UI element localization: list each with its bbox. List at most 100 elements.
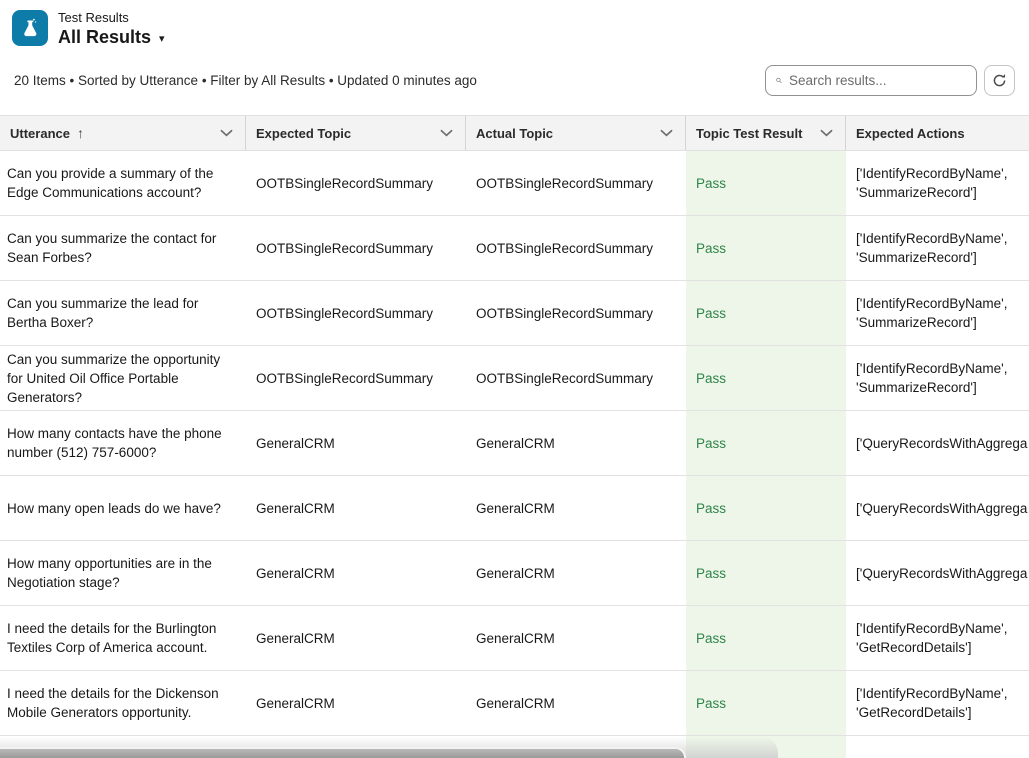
cell-text: OOTBSingleRecordSummary: [476, 304, 653, 323]
expected-actions-cell: ['IdentifyRecordByName', 'SummarizeRecor…: [846, 151, 1029, 215]
list-view-selector[interactable]: All Results ▾: [58, 26, 165, 48]
list-toolbar: 20 Items • Sorted by Utterance • Filter …: [0, 64, 1029, 96]
table-row[interactable]: Can you provide a summary of the Edge Co…: [0, 151, 1029, 216]
column-header-utterance[interactable]: Utterance ↑: [0, 116, 246, 150]
expected-topic-cell: GeneralCRM: [246, 671, 466, 735]
topic-test-result-cell: Pass: [686, 216, 846, 280]
pass-label: Pass: [696, 564, 726, 583]
object-label: Test Results: [58, 10, 165, 26]
title-block: Test Results All Results ▾: [58, 10, 165, 48]
column-header-expected-topic[interactable]: Expected Topic: [246, 116, 466, 150]
pass-label: Pass: [696, 304, 726, 323]
cell-text: ['IdentifyRecordByName', 'GetRecordDetai…: [856, 619, 1029, 657]
expected-actions-cell: ['QueryRecordsWithAggrega: [846, 541, 1029, 605]
utterance-cell: How many contacts have the phone number …: [0, 411, 246, 475]
cell-text: How many contacts have the phone number …: [7, 424, 234, 462]
test-results-page: Test Results All Results ▾ 20 Items • So…: [0, 0, 1029, 758]
cell-text: OOTBSingleRecordSummary: [256, 239, 433, 258]
expected-topic-cell: OOTBSingleRecordSummary: [246, 151, 466, 215]
cell-text: GeneralCRM: [476, 694, 555, 713]
cell-text: GeneralCRM: [476, 564, 555, 583]
pass-label: Pass: [696, 434, 726, 453]
column-label: Actual Topic: [476, 126, 553, 141]
topic-test-result-cell: Pass: [686, 281, 846, 345]
topic-test-result-cell: Pass: [686, 606, 846, 670]
column-label: Expected Topic: [256, 126, 351, 141]
horizontal-scrollbar-thumb[interactable]: [0, 747, 686, 758]
table-row[interactable]: How many contacts have the phone number …: [0, 411, 1029, 476]
table-row[interactable]: Can you summarize the lead for Bertha Bo…: [0, 281, 1029, 346]
chevron-down-icon[interactable]: [820, 129, 833, 137]
topic-test-result-cell: Pass: [686, 476, 846, 540]
actual-topic-cell: OOTBSingleRecordSummary: [466, 281, 686, 345]
cell-text: ['IdentifyRecordByName', 'GetRecordDetai…: [856, 684, 1029, 722]
utterance-cell: I need the details for the Burlington Te…: [0, 606, 246, 670]
actual-topic-cell: GeneralCRM: [466, 541, 686, 605]
expected-topic-cell: GeneralCRM: [246, 541, 466, 605]
toolbar-controls: [765, 65, 1015, 96]
flask-icon: [19, 17, 42, 40]
column-label: Expected Actions: [856, 126, 965, 141]
cell-text: GeneralCRM: [476, 629, 555, 648]
chevron-down-icon[interactable]: [660, 129, 673, 137]
topic-test-result-cell: Pass: [686, 151, 846, 215]
cell-text: GeneralCRM: [256, 499, 335, 518]
column-label: Utterance: [10, 126, 70, 141]
cell-text: OOTBSingleRecordSummary: [256, 304, 433, 323]
table-row[interactable]: I need the details for the Burlington Te…: [0, 606, 1029, 671]
column-label: Topic Test Result: [696, 126, 802, 141]
pass-label: Pass: [696, 694, 726, 713]
column-header-topic-test-result[interactable]: Topic Test Result: [686, 116, 846, 150]
utterance-cell: I need the details for the Dickenson Mob…: [0, 671, 246, 735]
pass-label: Pass: [696, 629, 726, 648]
cell-text: Can you summarize the contact for Sean F…: [7, 229, 234, 267]
table-row[interactable]: I need the details for the Dickenson Mob…: [0, 671, 1029, 736]
column-label-wrap: Actual Topic: [476, 126, 553, 141]
column-header-expected-actions[interactable]: Expected Actions: [846, 116, 1029, 150]
refresh-button[interactable]: [984, 65, 1015, 96]
table-header-row: Utterance ↑ Expected Topic Actual Topic: [0, 115, 1029, 151]
cell-text: OOTBSingleRecordSummary: [476, 369, 653, 388]
table-row[interactable]: How many opportunities are in the Negoti…: [0, 541, 1029, 606]
table-row[interactable]: Can you summarize the opportunity for Un…: [0, 346, 1029, 411]
cell-text: OOTBSingleRecordSummary: [256, 369, 433, 388]
cell-text: ['QueryRecordsWithAggrega: [856, 564, 1027, 583]
table-row[interactable]: How many open leads do we have?GeneralCR…: [0, 476, 1029, 541]
cell-text: GeneralCRM: [476, 434, 555, 453]
column-label-wrap: Topic Test Result: [696, 126, 802, 141]
cell-text: GeneralCRM: [256, 564, 335, 583]
column-label-wrap: Expected Actions: [856, 126, 965, 141]
cell-text: ['IdentifyRecordByName', 'SummarizeRecor…: [856, 294, 1029, 332]
results-table-inner: Utterance ↑ Expected Topic Actual Topic: [0, 115, 1029, 758]
results-table: Utterance ↑ Expected Topic Actual Topic: [0, 115, 1029, 758]
cell-text: ['IdentifyRecordByName', 'SummarizeRecor…: [856, 164, 1029, 202]
search-icon: [776, 73, 782, 88]
actual-topic-cell: GeneralCRM: [466, 671, 686, 735]
expected-actions-cell: ['QueryRecordsWithAggrega: [846, 411, 1029, 475]
chevron-down-icon[interactable]: [440, 129, 453, 137]
topic-test-result-cell: Pass: [686, 411, 846, 475]
actual-topic-cell: OOTBSingleRecordSummary: [466, 151, 686, 215]
cell-text: I need the details for the Burlington Te…: [7, 619, 234, 657]
utterance-cell: Can you provide a summary of the Edge Co…: [0, 151, 246, 215]
column-label-wrap: Utterance ↑: [10, 125, 84, 141]
table-row[interactable]: Can you summarize the contact for Sean F…: [0, 216, 1029, 281]
cell-text: I need the details for the Dickenson Mob…: [7, 684, 234, 722]
expected-actions-cell: ['IdentifyRecordByName', 'GetRecordDetai…: [846, 606, 1029, 670]
chevron-down-icon[interactable]: [220, 129, 233, 137]
expected-actions-cell: ['IdentifyRecordByName', 'SummarizeRecor…: [846, 346, 1029, 410]
search-input[interactable]: [789, 73, 966, 88]
topic-test-result-cell: [686, 736, 846, 758]
search-box[interactable]: [765, 65, 977, 96]
topic-test-result-cell: Pass: [686, 541, 846, 605]
utterance-cell: Can you summarize the contact for Sean F…: [0, 216, 246, 280]
pass-label: Pass: [696, 369, 726, 388]
column-header-actual-topic[interactable]: Actual Topic: [466, 116, 686, 150]
cell-text: Can you summarize the opportunity for Un…: [7, 350, 234, 407]
cell-text: ['IdentifyRecordByName', 'SummarizeRecor…: [856, 229, 1029, 267]
topic-test-result-cell: Pass: [686, 346, 846, 410]
expected-topic-cell: OOTBSingleRecordSummary: [246, 346, 466, 410]
utterance-cell: Can you summarize the opportunity for Un…: [0, 346, 246, 410]
topic-test-result-cell: Pass: [686, 671, 846, 735]
actual-topic-cell: GeneralCRM: [466, 411, 686, 475]
